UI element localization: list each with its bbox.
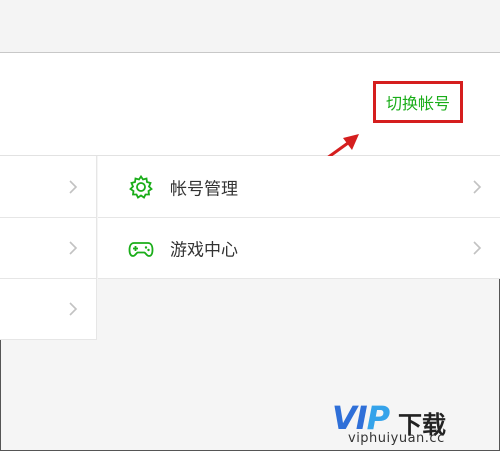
- menu-item-account-management[interactable]: 帐号管理: [98, 156, 500, 218]
- watermark-url: viphuiyuan.cc: [348, 431, 445, 446]
- menu-item-label: 游戏中心: [170, 240, 238, 261]
- chevron-right-icon: [473, 241, 482, 255]
- watermark-logo: VIP 下载 viphuiyuan.cc: [292, 397, 492, 449]
- menu-item-left-3[interactable]: [0, 279, 97, 340]
- menu-item-game-center[interactable]: 游戏中心: [98, 218, 500, 279]
- chevron-right-icon: [69, 179, 78, 194]
- chevron-right-icon: [473, 179, 482, 194]
- gear-icon: [129, 174, 153, 199]
- menu-item-label: 帐号管理: [170, 179, 238, 199]
- chevron-right-icon: [69, 302, 78, 316]
- gamepad-icon: [128, 242, 154, 257]
- menu-grid: 帐号管理 游戏中心: [0, 156, 500, 340]
- menu-item-left-1[interactable]: [0, 156, 97, 218]
- chevron-right-icon: [69, 241, 78, 255]
- menu-item-left-2[interactable]: [0, 218, 97, 279]
